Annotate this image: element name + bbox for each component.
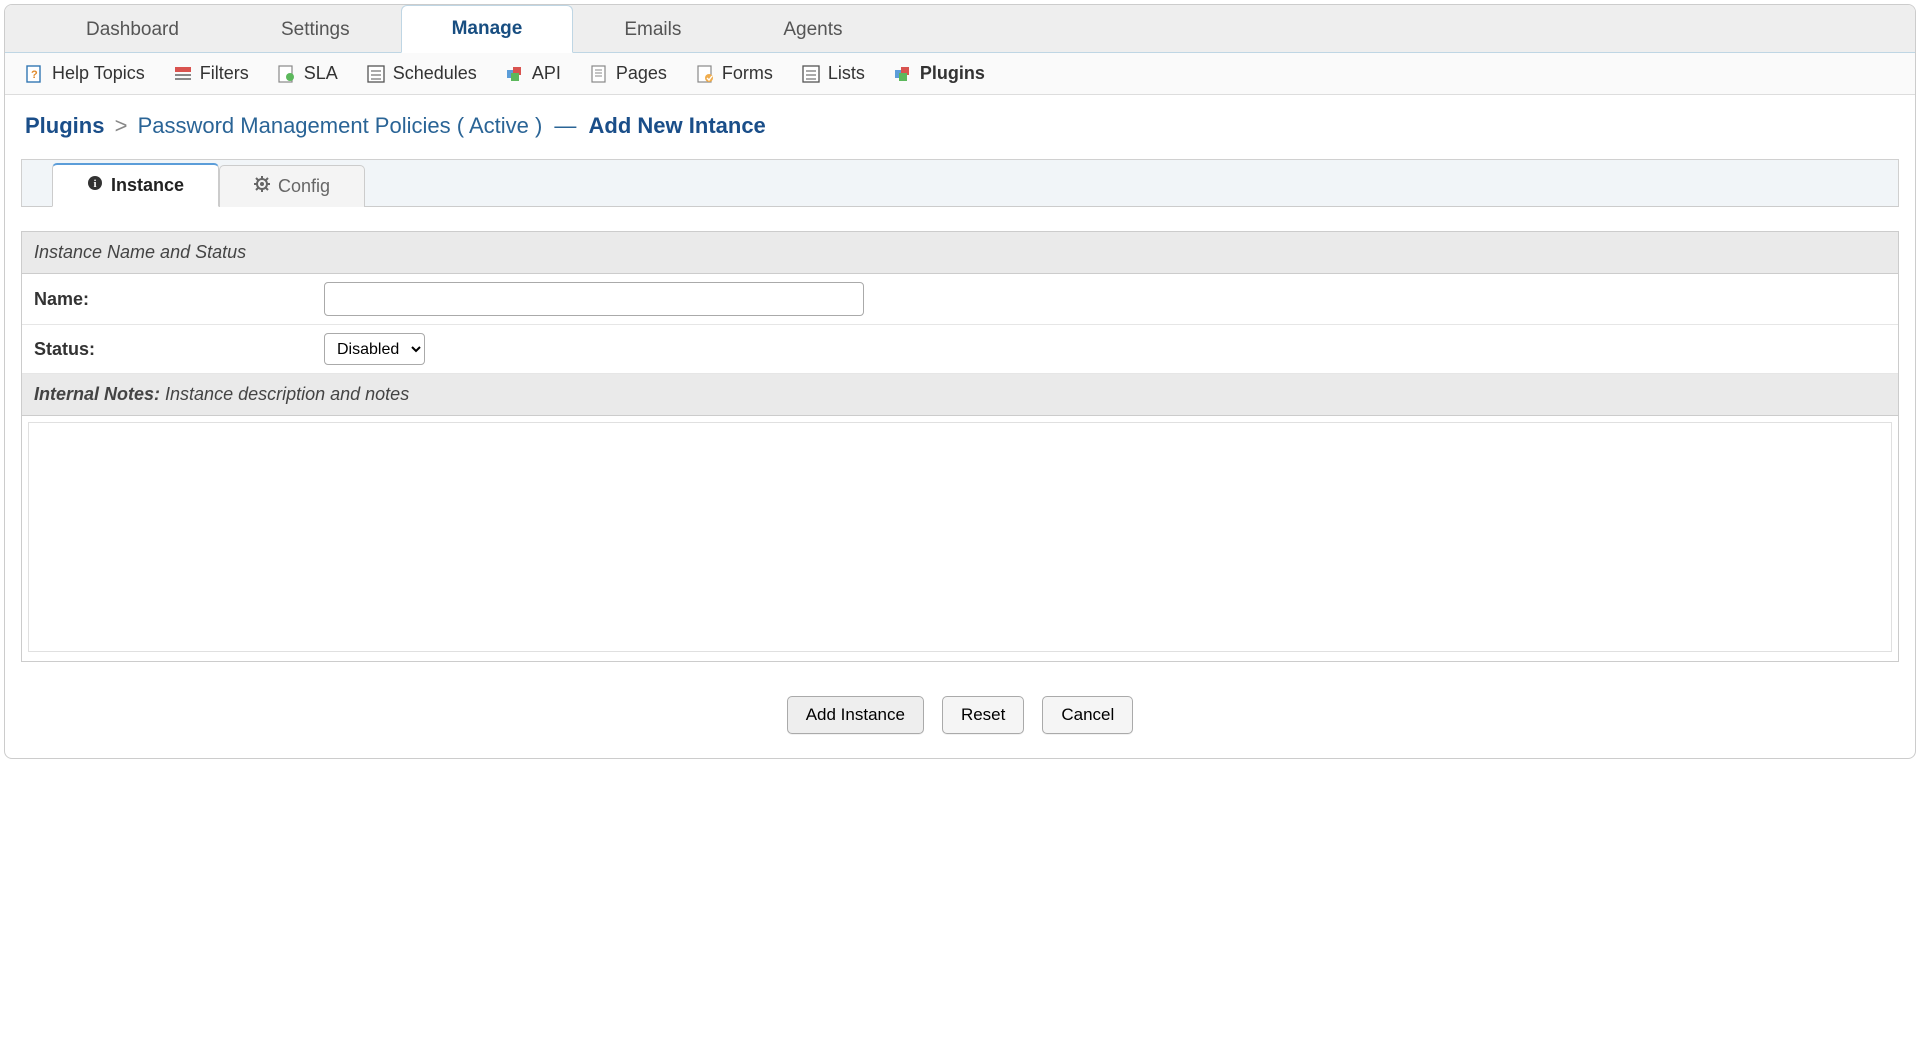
subnav-pages[interactable]: Pages: [589, 63, 667, 84]
subnav-label: Pages: [616, 63, 667, 84]
subnav-label: Forms: [722, 63, 773, 84]
instance-tabs: i Instance Config: [21, 159, 1899, 207]
schedules-icon: [366, 64, 386, 84]
nav-emails[interactable]: Emails: [573, 6, 732, 53]
subnav-label: SLA: [304, 63, 338, 84]
subnav-api[interactable]: API: [505, 63, 561, 84]
tab-instance[interactable]: i Instance: [52, 163, 219, 207]
section-header-name-status: Instance Name and Status: [22, 232, 1898, 274]
help-topics-icon: ?: [25, 64, 45, 84]
subnav-label: Filters: [200, 63, 249, 84]
tab-config[interactable]: Config: [219, 165, 365, 207]
subnav-sla[interactable]: SLA: [277, 63, 338, 84]
breadcrumb: Plugins > Password Management Policies (…: [5, 95, 1915, 149]
breadcrumb-dash: —: [548, 113, 582, 138]
breadcrumb-leaf: Add New Intance: [589, 113, 766, 138]
cancel-button[interactable]: Cancel: [1042, 696, 1133, 734]
breadcrumb-root[interactable]: Plugins: [25, 113, 104, 138]
primary-nav: Dashboard Settings Manage Emails Agents: [5, 5, 1915, 53]
nav-settings[interactable]: Settings: [230, 6, 401, 53]
subnav-label: Plugins: [920, 63, 985, 84]
reset-button[interactable]: Reset: [942, 696, 1024, 734]
nav-manage[interactable]: Manage: [401, 5, 574, 53]
name-label: Name:: [34, 289, 324, 310]
notes-desc: Instance description and notes: [160, 384, 409, 404]
tab-label: Instance: [111, 175, 184, 196]
add-instance-button[interactable]: Add Instance: [787, 696, 924, 734]
sla-icon: [277, 64, 297, 84]
row-status: Status: Disabled: [22, 325, 1898, 374]
form-actions: Add Instance Reset Cancel: [5, 662, 1915, 758]
svg-text:?: ?: [31, 69, 38, 81]
notes-lead: Internal Notes:: [34, 384, 160, 404]
subnav-lists[interactable]: Lists: [801, 63, 865, 84]
filters-icon: [173, 64, 193, 84]
subnav-filters[interactable]: Filters: [173, 63, 249, 84]
pages-icon: [589, 64, 609, 84]
plugins-icon: [893, 64, 913, 84]
subnav-label: Help Topics: [52, 63, 145, 84]
secondary-nav: ? Help Topics Filters SLA Schedules: [5, 53, 1915, 95]
nav-agents[interactable]: Agents: [732, 6, 893, 53]
subnav-schedules[interactable]: Schedules: [366, 63, 477, 84]
row-name: Name:: [22, 274, 1898, 325]
lists-icon: [801, 64, 821, 84]
nav-dashboard[interactable]: Dashboard: [35, 6, 230, 53]
api-icon: [505, 64, 525, 84]
subnav-label: Lists: [828, 63, 865, 84]
status-label: Status:: [34, 339, 324, 360]
tab-label: Config: [278, 176, 330, 197]
subnav-label: Schedules: [393, 63, 477, 84]
section-header-notes: Internal Notes: Instance description and…: [22, 374, 1898, 416]
subnav-forms[interactable]: Forms: [695, 63, 773, 84]
subnav-plugins[interactable]: Plugins: [893, 63, 985, 84]
internal-notes-textarea[interactable]: [28, 422, 1892, 652]
svg-text:i: i: [93, 178, 96, 190]
subnav-label: API: [532, 63, 561, 84]
instance-form: Instance Name and Status Name: Status: D…: [21, 231, 1899, 662]
breadcrumb-separator: >: [111, 113, 132, 138]
info-icon: i: [87, 175, 103, 196]
subnav-help-topics[interactable]: ? Help Topics: [25, 63, 145, 84]
forms-icon: [695, 64, 715, 84]
status-select[interactable]: Disabled: [324, 333, 425, 365]
gear-icon: [254, 176, 270, 197]
name-input[interactable]: [324, 282, 864, 316]
breadcrumb-plugin-link[interactable]: Password Management Policies ( Active ): [138, 113, 543, 138]
